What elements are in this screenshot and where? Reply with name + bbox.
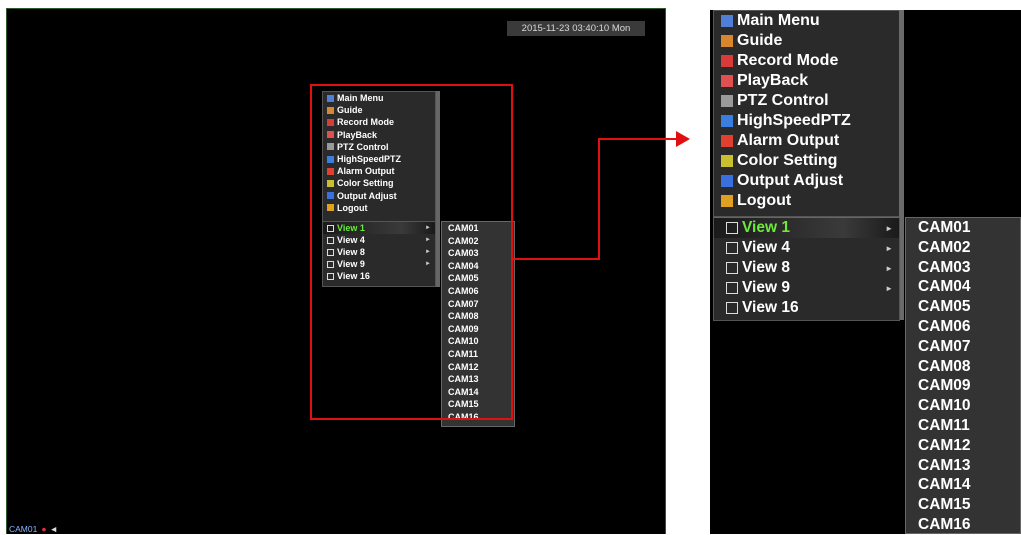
menu-item-logout[interactable]: Logout bbox=[714, 191, 899, 211]
view-4-icon bbox=[726, 242, 738, 254]
camera-item[interactable]: CAM07 bbox=[906, 337, 1020, 357]
menu-item-label: Record Mode bbox=[737, 52, 839, 69]
camera-item[interactable]: CAM08 bbox=[906, 357, 1020, 377]
camera-item[interactable]: CAM11 bbox=[906, 416, 1020, 436]
camera-item[interactable]: CAM16 bbox=[906, 515, 1020, 535]
callout-line bbox=[598, 138, 680, 140]
menu-item-label: Guide bbox=[737, 32, 783, 49]
camera-name: CAM01 bbox=[9, 524, 38, 534]
view-1-icon bbox=[726, 222, 738, 234]
camera-item[interactable]: CAM04 bbox=[906, 277, 1020, 297]
camera-item[interactable]: CAM10 bbox=[906, 396, 1020, 416]
menu-item-main-menu[interactable]: Main Menu bbox=[714, 11, 899, 31]
menu-item-record-mode[interactable]: Record Mode bbox=[714, 51, 899, 71]
camera-item[interactable]: CAM03 bbox=[906, 258, 1020, 278]
main-menu-zoomed: Main Menu Guide Record Mode PlayBack PTZ Con… bbox=[713, 10, 900, 217]
callout-line bbox=[598, 138, 600, 260]
camera-item[interactable]: CAM14 bbox=[906, 475, 1020, 495]
camera-item[interactable]: CAM09 bbox=[906, 376, 1020, 396]
view-menu-zoomed: View 1 ► View 4 ► View 8 ► View 9 ► View 16 bbox=[713, 217, 900, 321]
menu-item-label: View 16 bbox=[742, 299, 799, 316]
menu-item-label: Color Setting bbox=[737, 152, 838, 169]
highspeed-ptz-icon bbox=[721, 115, 733, 127]
logout-icon bbox=[721, 195, 733, 207]
date-time-display: 2015-11-23 03:40:10 Mon bbox=[507, 21, 645, 36]
menu-item-label: Alarm Output bbox=[737, 132, 840, 149]
camera-item[interactable]: CAM12 bbox=[906, 436, 1020, 456]
submenu-arrow-icon: ► bbox=[885, 283, 893, 293]
menu-item-playback[interactable]: PlayBack bbox=[714, 71, 899, 91]
menu-item-view-16[interactable]: View 16 bbox=[714, 298, 899, 318]
camera-item[interactable]: CAM05 bbox=[906, 297, 1020, 317]
menu-item-label: Logout bbox=[737, 192, 792, 209]
submenu-arrow-icon: ► bbox=[885, 243, 893, 253]
playback-icon bbox=[721, 75, 733, 87]
camera-overlay: CAM01 ● ◄ bbox=[9, 524, 58, 534]
view-9-icon bbox=[726, 282, 738, 294]
output-adjust-icon bbox=[721, 175, 733, 187]
submenu-arrow-icon: ► bbox=[885, 223, 893, 233]
menu-item-label: View 8 bbox=[742, 259, 790, 276]
camera-submenu-zoomed: CAM01 CAM02 CAM03 CAM04 CAM05 CAM06 CAM07 CAM08… bbox=[905, 217, 1021, 534]
menu-item-alarm-output[interactable]: Alarm Output bbox=[714, 131, 899, 151]
menu-item-label: View 1 bbox=[742, 219, 790, 236]
menu-item-color-setting[interactable]: Color Setting bbox=[714, 151, 899, 171]
menu-item-label: PTZ Control bbox=[737, 92, 829, 109]
menu-item-label: View 4 bbox=[742, 239, 790, 256]
menu-item-guide[interactable]: Guide bbox=[714, 31, 899, 51]
menu-item-view-4[interactable]: View 4 ► bbox=[714, 238, 899, 258]
camera-item[interactable]: CAM06 bbox=[906, 317, 1020, 337]
zoomed-menu-view: Main Menu Guide Record Mode PlayBack PTZ Con… bbox=[710, 10, 1021, 534]
menu-item-view-8[interactable]: View 8 ► bbox=[714, 258, 899, 278]
audio-icon: ◄ bbox=[49, 524, 58, 534]
highlight-callout-box bbox=[310, 84, 513, 420]
view-16-icon bbox=[726, 302, 738, 314]
menu-item-view-1[interactable]: View 1 ► bbox=[714, 218, 899, 238]
menu-item-label: Main Menu bbox=[737, 12, 820, 29]
camera-item[interactable]: CAM13 bbox=[906, 456, 1020, 476]
camera-item[interactable]: CAM15 bbox=[906, 495, 1020, 515]
menu-item-label: PlayBack bbox=[737, 72, 809, 89]
guide-icon bbox=[721, 35, 733, 47]
menu-item-ptz-control[interactable]: PTZ Control bbox=[714, 91, 899, 111]
menu-item-highspeed-ptz[interactable]: HighSpeedPTZ bbox=[714, 111, 899, 131]
camera-item[interactable]: CAM01 bbox=[906, 218, 1020, 238]
record-indicator-icon: ● bbox=[41, 524, 47, 534]
main-menu-icon bbox=[721, 15, 733, 27]
callout-line bbox=[511, 258, 599, 260]
callout-arrow-icon bbox=[676, 131, 690, 147]
view-8-icon bbox=[726, 262, 738, 274]
menu-item-label: View 9 bbox=[742, 279, 790, 296]
submenu-arrow-icon: ► bbox=[885, 263, 893, 273]
menu-item-view-9[interactable]: View 9 ► bbox=[714, 278, 899, 298]
menu-item-output-adjust[interactable]: Output Adjust bbox=[714, 171, 899, 191]
record-mode-icon bbox=[721, 55, 733, 67]
alarm-output-icon bbox=[721, 135, 733, 147]
color-setting-icon bbox=[721, 155, 733, 167]
ptz-control-icon bbox=[721, 95, 733, 107]
camera-item[interactable]: CAM02 bbox=[906, 238, 1020, 258]
menu-item-label: Output Adjust bbox=[737, 172, 844, 189]
menu-item-label: HighSpeedPTZ bbox=[737, 112, 851, 129]
